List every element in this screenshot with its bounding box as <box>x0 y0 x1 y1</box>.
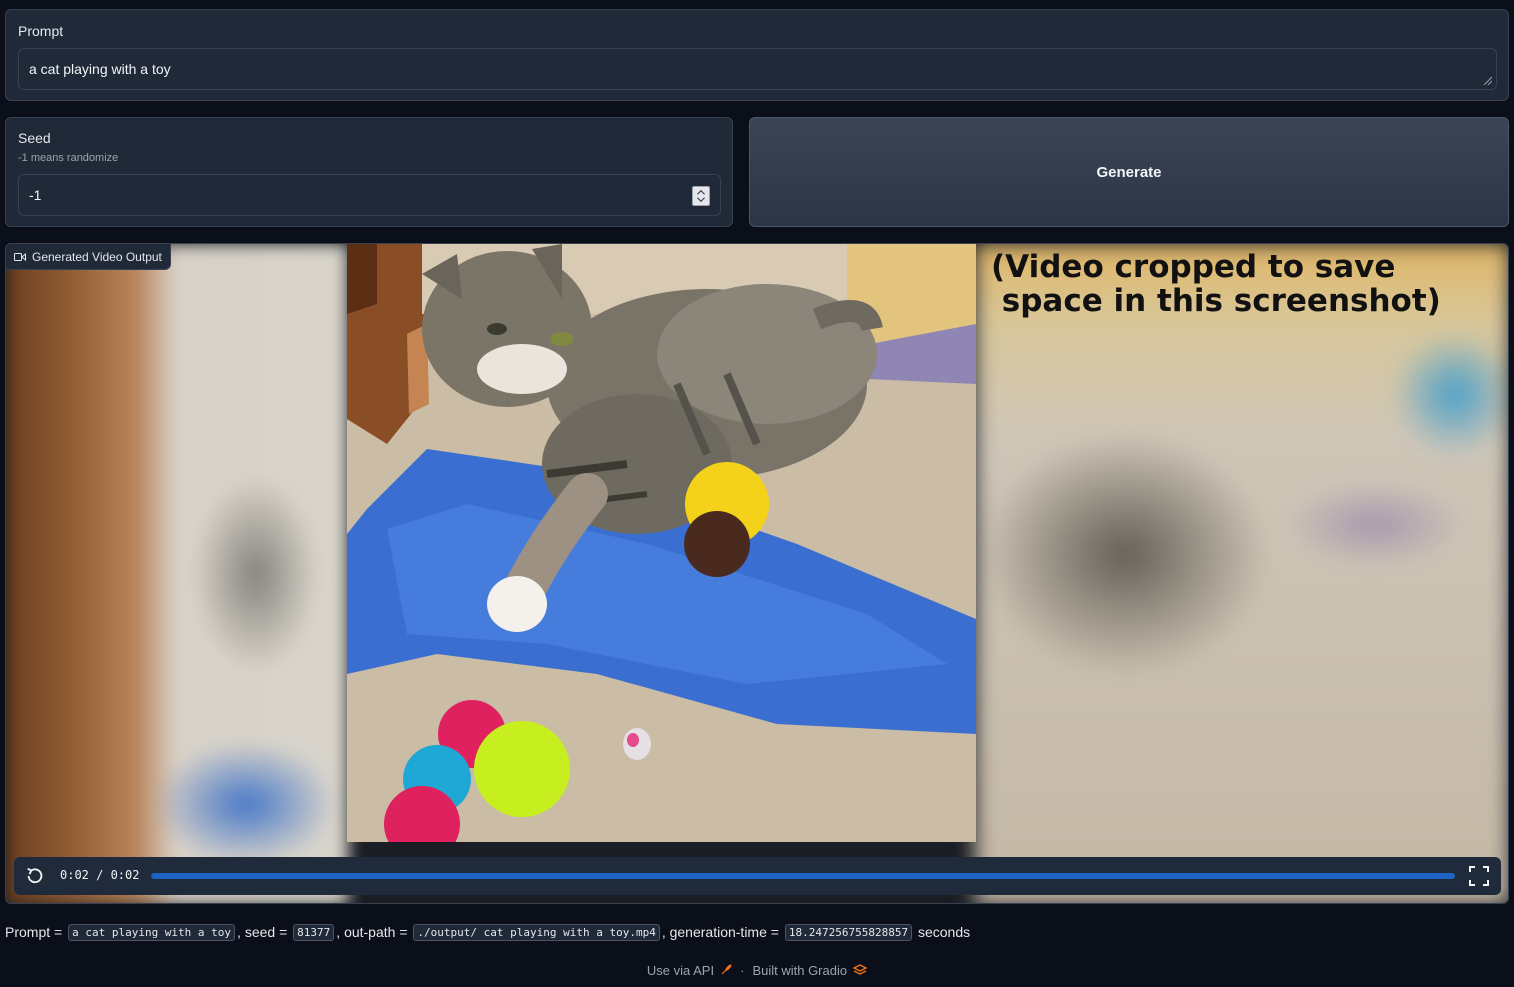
video-camera-icon <box>14 252 26 261</box>
gradio-logo-icon <box>853 964 868 975</box>
result-markdown: Prompt = a cat playing with a toy, seed … <box>5 923 971 941</box>
result-gentime-value: 18.247256755828857 <box>784 923 913 941</box>
result-seed-value: 81377 <box>293 923 335 941</box>
result-prompt-key: Prompt <box>5 924 51 940</box>
resize-grip-icon[interactable] <box>1482 75 1492 85</box>
progress-track[interactable] <box>151 873 1455 879</box>
seed-info: -1 means randomize <box>18 152 119 164</box>
fullscreen-icon[interactable] <box>1469 866 1489 886</box>
result-outpath-value: ./output/ cat playing with a toy.mp4 <box>413 923 660 941</box>
video-output: Generated Video Output (Video cropped to… <box>5 243 1509 904</box>
use-via-api-label: Use via API <box>646 962 715 978</box>
result-unit: seconds <box>917 924 971 940</box>
video-label: Generated Video Output <box>32 249 162 264</box>
result-outpath-key: out-path <box>344 924 396 940</box>
video-blur-left <box>6 244 348 903</box>
footer-separator: · <box>740 962 745 978</box>
built-with-label: Built with Gradio <box>752 962 848 978</box>
built-with-gradio-link[interactable]: Built with Gradio <box>752 962 868 978</box>
video-frame[interactable] <box>347 244 976 842</box>
crop-note-overlay: (Video cropped to save space in this scr… <box>991 249 1441 319</box>
prompt-block: Prompt a cat playing with a toy <box>5 9 1509 101</box>
seed-value: -1 <box>29 187 42 203</box>
video-controls: 0:02 / 0:02 <box>14 857 1501 895</box>
prompt-value: a cat playing with a toy <box>29 61 171 77</box>
time-display: 0:02 / 0:02 <box>60 868 140 882</box>
progress-fill <box>151 873 1455 879</box>
prompt-label: Prompt <box>18 23 64 39</box>
seed-block: Seed -1 means randomize -1 <box>5 117 733 227</box>
cat-video-image <box>347 244 976 842</box>
seed-label: Seed <box>18 130 51 146</box>
footer: Use via API · Built with Gradio <box>0 960 1514 980</box>
result-prompt-value: a cat playing with a toy <box>68 923 236 941</box>
number-spinner-icon[interactable] <box>692 186 710 206</box>
use-via-api-link[interactable]: Use via API <box>647 963 732 978</box>
seed-number-input[interactable]: -1 <box>18 174 721 216</box>
replay-icon[interactable] <box>24 865 46 887</box>
rocket-icon <box>721 964 732 975</box>
generate-button[interactable]: Generate <box>749 117 1509 227</box>
video-blur-right <box>975 244 1508 903</box>
result-seed-key: seed <box>244 924 276 940</box>
prompt-textarea[interactable]: a cat playing with a toy <box>18 48 1497 90</box>
video-label-badge: Generated Video Output <box>6 244 171 270</box>
result-gentime-key: generation-time <box>669 924 767 940</box>
